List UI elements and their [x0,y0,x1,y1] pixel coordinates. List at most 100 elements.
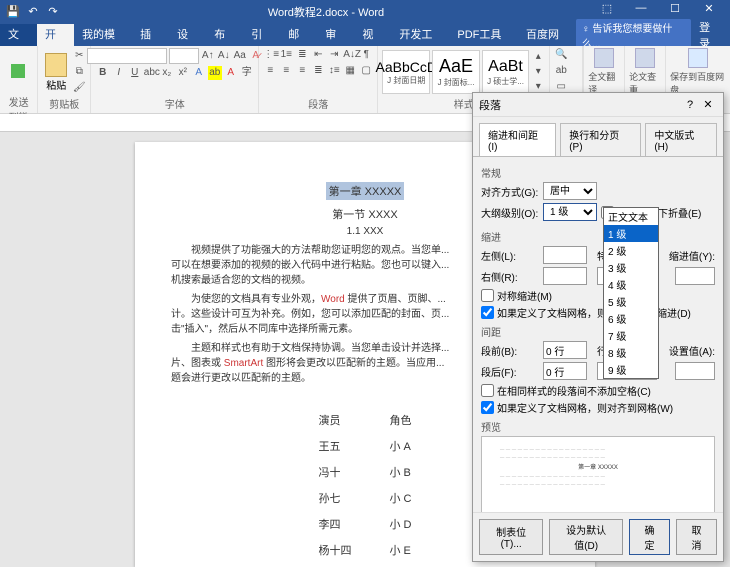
paste-button[interactable]: 粘贴 [42,49,70,95]
field-label: 缩进值(Y): [669,248,715,263]
format-painter-icon[interactable]: 🖌 [72,81,86,95]
dialog-tab-chinese[interactable]: 中文版式(H) [645,123,717,156]
cut-icon[interactable]: ✂ [72,49,86,63]
tab-developer[interactable]: 开发工具 [391,24,449,46]
decrease-indent-icon[interactable]: ⇤ [311,48,325,62]
dialog-close-icon[interactable]: ✕ [699,98,717,111]
dialog-tab-indent[interactable]: 缩进和间距(I) [479,123,556,156]
tab-review[interactable]: 审阅 [317,24,354,46]
dropdown-item[interactable]: 6 级 [604,310,658,327]
dropdown-item[interactable]: 2 级 [604,242,658,259]
ribbon-group-label: 剪贴板 [42,96,86,111]
increase-indent-icon[interactable]: ⇥ [327,48,341,62]
indent-value-input[interactable] [675,267,715,285]
alignment-select[interactable]: 居中 [543,182,597,200]
dropdown-item[interactable]: 7 级 [604,327,658,344]
show-marks-icon[interactable]: ¶ [359,48,373,62]
field-label: 大纲级别(O): [481,205,539,220]
strikethrough-icon[interactable]: abc [144,66,158,80]
justify-icon[interactable]: ≣ [311,64,325,78]
cancel-button[interactable]: 取消 [676,519,717,555]
italic-icon[interactable]: I [112,66,126,80]
style-item[interactable]: AaEJ 封面标... [432,50,480,94]
dropdown-item[interactable]: 1 级 [604,225,658,242]
undo-icon[interactable]: ↶ [26,5,40,19]
tab-mailings[interactable]: 邮件 [280,24,317,46]
send-to-wechat-button[interactable] [4,48,32,94]
tab-pdf-tools[interactable]: PDF工具集 [449,24,518,46]
dropdown-item[interactable]: 4 级 [604,276,658,293]
shading-icon[interactable]: ▦ [343,64,357,78]
tab-mytemplates[interactable]: 我的模板 [74,24,132,46]
align-center-icon[interactable]: ≡ [279,64,293,78]
ribbon-group-label: 段落 [263,96,373,111]
superscript-icon[interactable]: x² [176,66,190,80]
replace-icon[interactable]: ab [554,64,568,78]
space-after-input[interactable] [543,362,587,380]
font-size-select[interactable] [169,48,199,64]
tab-references[interactable]: 引用 [243,24,280,46]
field-label: 段前(B): [481,343,539,358]
align-left-icon[interactable]: ≡ [263,64,277,78]
checkbox-label: 如果定义了文档网格，则对齐到网格(W) [497,400,673,415]
paragraph-dialog: 段落 ? ✕ 缩进和间距(I) 换行和分页(P) 中文版式(H) 常规 对齐方式… [472,92,724,562]
tab-baidu[interactable]: 百度网盘 [518,24,576,46]
tab-file[interactable]: 文件 [0,24,37,46]
find-icon[interactable]: 🔍 [554,48,568,62]
underline-icon[interactable]: U [128,66,142,80]
dropdown-item[interactable]: 正文文本 [604,208,658,225]
bullets-icon[interactable]: ⋮≡ [263,48,277,62]
font-family-select[interactable] [87,48,167,64]
text-effects-icon[interactable]: A [192,66,206,80]
tab-insert[interactable]: 插入 [132,24,169,46]
dialog-help-icon[interactable]: ? [681,99,699,111]
copy-icon[interactable]: ⧉ [72,65,86,79]
sort-icon[interactable]: A↓Z [343,48,357,62]
styles-scroll-up-icon[interactable]: ▴ [531,50,545,64]
table-row: 李四小 D [301,512,430,536]
dialog-tab-pagination[interactable]: 换行和分页(P) [560,123,641,156]
set-default-button[interactable]: 设为默认值(D) [549,519,623,555]
preview-pane: ─ ─ ─ ─ ─ ─ ─ ─ ─ ─ ─ ─ ─ ─ ─ ─ ─ ─ ─ ─ … [481,436,715,512]
dropdown-item[interactable]: 3 级 [604,259,658,276]
symmetric-indent-checkbox[interactable] [481,289,494,302]
dropdown-item[interactable]: 5 级 [604,293,658,310]
styles-scroll-down-icon[interactable]: ▾ [531,65,545,79]
style-item[interactable]: AaBtJ 硕士学... [482,50,530,94]
right-indent-input[interactable] [543,267,587,285]
increase-font-icon[interactable]: A↑ [201,49,215,63]
space-before-input[interactable] [543,341,587,359]
section-label: 缩进 [481,229,715,244]
bold-icon[interactable]: B [96,66,110,80]
change-case-icon[interactable]: Aa [233,49,247,63]
line-spacing-icon[interactable]: ↕≡ [327,64,341,78]
tabs-button[interactable]: 制表位(T)... [479,519,543,555]
tab-view[interactable]: 视图 [354,24,391,46]
numbering-icon[interactable]: 1≡ [279,48,293,62]
tab-design[interactable]: 设计 [169,24,206,46]
no-space-same-style-checkbox[interactable] [481,384,494,397]
dropdown-item[interactable]: 9 级 [604,361,658,378]
font-color-icon[interactable]: A [224,66,238,80]
subscript-icon[interactable]: x₂ [160,66,174,80]
char-shading-icon[interactable]: 字 [240,66,254,80]
line-spacing-value-input[interactable] [675,362,715,380]
multilevel-list-icon[interactable]: ≣ [295,48,309,62]
borders-icon[interactable]: ▢ [359,64,373,78]
dropdown-item[interactable]: 8 级 [604,344,658,361]
decrease-font-icon[interactable]: A↓ [217,49,231,63]
auto-adjust-indent-checkbox[interactable] [481,306,494,319]
style-item[interactable]: AaBbCcDJ 封面日期 [382,50,430,94]
outline-level-dropdown[interactable]: 正文文本 1 级 2 级 3 级 4 级 5 级 6 级 7 级 8 级 9 级 [603,207,659,379]
tab-home[interactable]: 开始 [37,24,74,46]
highlight-icon[interactable]: ab [208,66,222,80]
align-right-icon[interactable]: ≡ [295,64,309,78]
snap-to-grid-checkbox[interactable] [481,401,494,414]
left-indent-input[interactable] [543,246,587,264]
ok-button[interactable]: 确定 [629,519,670,555]
tab-layout[interactable]: 布局 [206,24,243,46]
outline-level-select[interactable]: 1 级 [543,203,597,221]
table-row: 演员角色 [301,408,430,432]
save-icon[interactable]: 💾 [6,5,20,19]
redo-icon[interactable]: ↷ [46,5,60,19]
